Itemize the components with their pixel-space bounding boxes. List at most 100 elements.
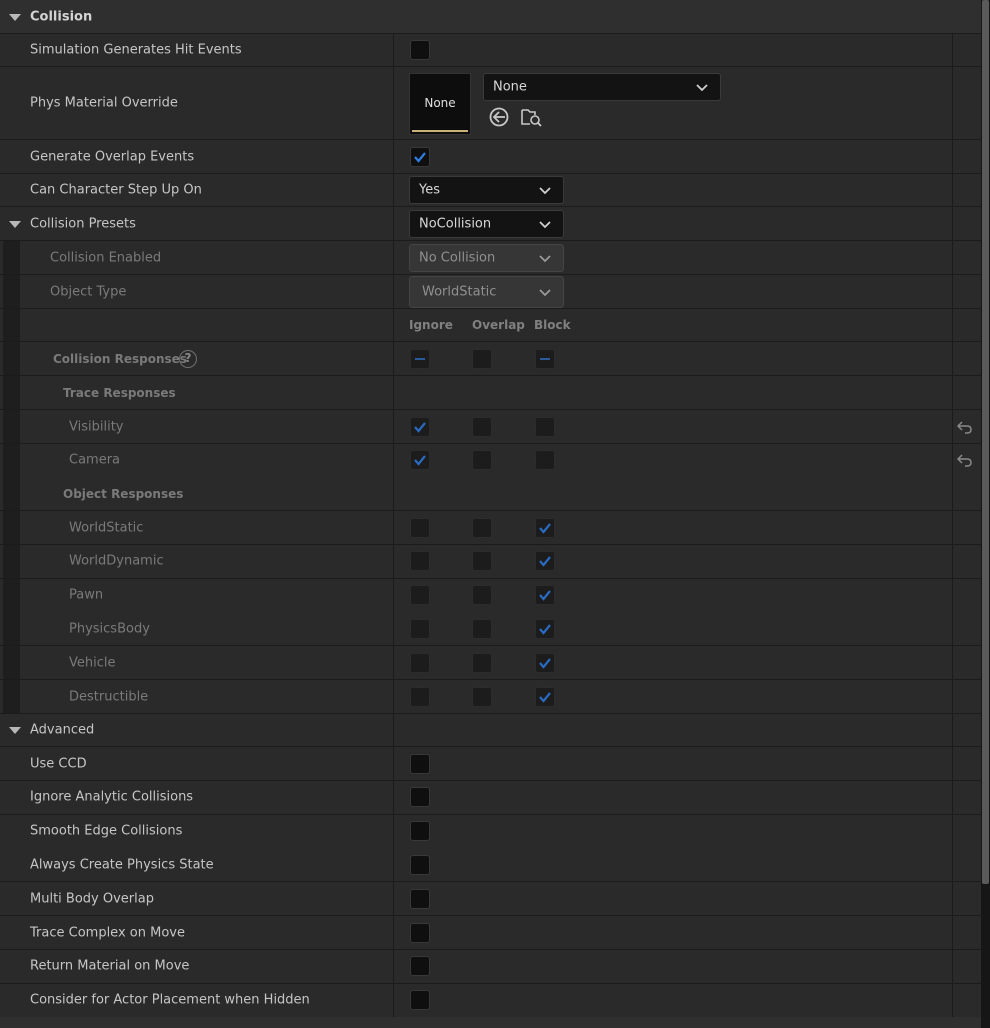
advanced-option-row: Multi Body Overlap xyxy=(0,882,981,917)
sim-hit-events-checkbox[interactable] xyxy=(410,40,430,60)
dropdown-value: NoCollision xyxy=(419,216,492,231)
row-phys-material-override: Phys Material Override None None xyxy=(0,67,981,140)
response-ignore-checkbox[interactable] xyxy=(410,416,430,437)
generate-overlap-checkbox[interactable] xyxy=(410,146,430,167)
response-block-checkbox[interactable] xyxy=(535,450,555,470)
row-generate-overlap-events: Generate Overlap Events xyxy=(0,140,981,174)
response-overlap-checkbox[interactable] xyxy=(472,551,492,572)
object-response-row: WorldDynamic xyxy=(0,544,981,579)
advanced-option-checkbox[interactable] xyxy=(410,787,430,808)
response-ignore-checkbox[interactable] xyxy=(410,551,430,572)
response-block-checkbox[interactable] xyxy=(535,517,555,538)
response-block-checkbox[interactable] xyxy=(535,618,555,639)
advanced-option-checkbox[interactable] xyxy=(410,956,430,977)
responses-block-all-checkbox[interactable] xyxy=(535,348,555,369)
response-overlap-checkbox[interactable] xyxy=(472,652,492,673)
advanced-option-checkbox[interactable] xyxy=(410,854,430,875)
expand-arrow-icon[interactable] xyxy=(9,727,21,734)
collision-presets-dropdown[interactable]: NoCollision xyxy=(409,209,564,238)
next-section-edge xyxy=(0,1017,981,1028)
row-collision-presets: Collision Presets NoCollision xyxy=(0,207,981,241)
response-overlap-checkbox[interactable] xyxy=(472,416,492,437)
checkmark-icon xyxy=(539,590,551,601)
object-responses-label: Object Responses xyxy=(63,486,184,501)
section-title: Collision xyxy=(30,9,93,24)
response-ignore-checkbox[interactable] xyxy=(410,450,430,470)
thumbnail-underline xyxy=(412,130,468,132)
reset-to-default-icon[interactable] xyxy=(957,420,973,434)
response-block-checkbox[interactable] xyxy=(535,686,555,707)
response-overlap-checkbox[interactable] xyxy=(472,686,492,707)
responses-overlap-all-checkbox[interactable] xyxy=(472,348,492,369)
column-header-block: Block xyxy=(534,318,571,332)
response-block-checkbox[interactable] xyxy=(535,652,555,673)
row-label: Trace Complex on Move xyxy=(30,925,185,940)
trace-responses-label: Trace Responses xyxy=(63,385,176,400)
row-label: Consider for Actor Placement when Hidden xyxy=(30,992,310,1008)
row-label: Multi Body Overlap xyxy=(30,891,154,907)
column-header-ignore: Ignore xyxy=(409,318,453,332)
advanced-option-row: Trace Complex on Move xyxy=(0,916,981,950)
row-label: Return Material on Move xyxy=(30,958,190,974)
use-selected-asset-icon[interactable] xyxy=(488,106,510,128)
response-ignore-checkbox[interactable] xyxy=(410,686,430,707)
row-sim-hit-events: Simulation Generates Hit Events xyxy=(0,34,981,67)
response-ignore-checkbox[interactable] xyxy=(410,517,430,538)
material-thumbnail[interactable]: None xyxy=(409,73,471,135)
row-label: Simulation Generates Hit Events xyxy=(30,42,242,58)
advanced-option-row: Smooth Edge Collisions xyxy=(0,814,981,849)
advanced-option-checkbox[interactable] xyxy=(410,888,430,909)
response-overlap-checkbox[interactable] xyxy=(472,450,492,470)
thumbnail-label: None xyxy=(424,96,456,110)
row-label: Collision Presets xyxy=(30,216,136,231)
response-channel-label: Destructible xyxy=(69,689,149,704)
response-block-checkbox[interactable] xyxy=(535,551,555,572)
responses-ignore-all-checkbox[interactable] xyxy=(410,348,430,369)
dropdown-value: WorldStatic xyxy=(422,284,497,299)
response-block-checkbox[interactable] xyxy=(535,416,555,437)
trace-response-row: Visibility xyxy=(0,410,981,444)
advanced-option-checkbox[interactable] xyxy=(410,922,430,943)
scrollbar[interactable] xyxy=(981,0,990,1028)
response-overlap-checkbox[interactable] xyxy=(472,517,492,538)
expand-arrow-icon[interactable] xyxy=(9,13,21,21)
browse-asset-icon[interactable] xyxy=(520,106,542,128)
row-response-column-headers: Ignore Overlap Block xyxy=(0,309,981,342)
advanced-option-checkbox[interactable] xyxy=(410,753,430,774)
details-panel: Collision Simulation Generates Hit Event… xyxy=(0,0,981,1028)
expand-arrow-icon[interactable] xyxy=(9,220,21,228)
scrollbar-thumb[interactable] xyxy=(982,0,989,884)
advanced-option-checkbox[interactable] xyxy=(410,821,430,842)
response-ignore-checkbox[interactable] xyxy=(410,652,430,673)
object-response-row: PhysicsBody xyxy=(0,612,981,647)
chevron-down-icon xyxy=(539,220,551,228)
response-channel-label: WorldStatic xyxy=(69,520,144,535)
response-ignore-checkbox[interactable] xyxy=(410,618,430,639)
response-overlap-checkbox[interactable] xyxy=(472,618,492,639)
object-response-row: Destructible xyxy=(0,680,981,714)
row-advanced[interactable]: Advanced xyxy=(0,714,981,747)
phys-material-dropdown[interactable]: None xyxy=(483,73,721,101)
object-type-dropdown[interactable]: WorldStatic xyxy=(409,275,564,308)
row-can-step-up-on: Can Character Step Up On Yes xyxy=(0,174,981,207)
chevron-down-icon xyxy=(539,187,551,195)
object-response-row: Pawn xyxy=(0,578,981,613)
response-ignore-checkbox[interactable] xyxy=(410,585,430,606)
response-channel-label: Pawn xyxy=(69,587,104,603)
row-object-type: Object Type WorldStatic xyxy=(0,275,981,309)
advanced-option-row: Consider for Actor Placement when Hidden xyxy=(0,983,981,1018)
step-up-dropdown[interactable]: Yes xyxy=(409,176,564,204)
collision-enabled-dropdown[interactable]: No Collision xyxy=(409,243,564,272)
response-channel-label: WorldDynamic xyxy=(69,553,164,569)
reset-to-default-icon[interactable] xyxy=(957,453,973,467)
row-label: Ignore Analytic Collisions xyxy=(30,789,194,805)
response-channel-label: PhysicsBody xyxy=(69,621,150,637)
response-block-checkbox[interactable] xyxy=(535,585,555,606)
help-icon[interactable]: ? xyxy=(179,349,197,368)
checkmark-icon xyxy=(539,522,551,534)
response-overlap-checkbox[interactable] xyxy=(472,585,492,606)
row-label: Generate Overlap Events xyxy=(30,149,195,164)
checkmark-icon xyxy=(414,421,426,433)
advanced-option-checkbox[interactable] xyxy=(410,990,430,1011)
section-header-collision[interactable]: Collision xyxy=(0,0,981,34)
